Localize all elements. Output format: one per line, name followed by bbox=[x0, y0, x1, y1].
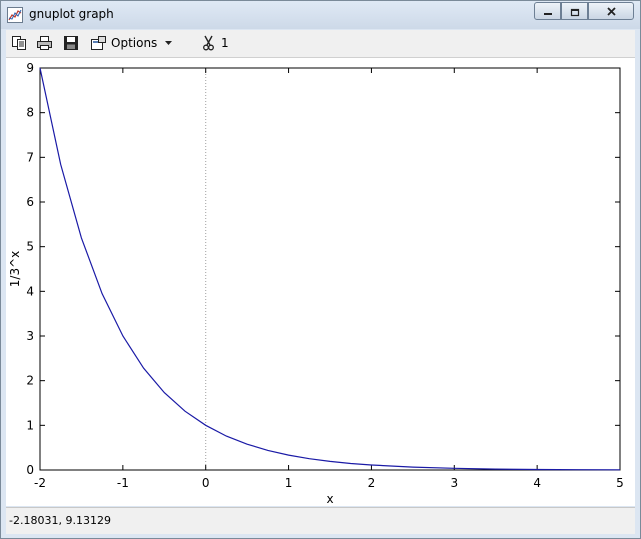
gnuplot-window: gnuplot graph Options 1 -2 -1 0 1 2 3 4 … bbox=[0, 0, 641, 539]
scissors-button[interactable]: 1 bbox=[202, 34, 229, 52]
status-coordinates: -2.18031, 9.13129 bbox=[9, 514, 111, 527]
scissors-label: 1 bbox=[221, 36, 229, 50]
chevron-down-icon bbox=[165, 41, 173, 45]
minimize-icon bbox=[543, 13, 552, 15]
x-axis-label: x bbox=[326, 492, 333, 506]
y-tick-label: 1 bbox=[26, 418, 34, 432]
y-tick-label: 9 bbox=[26, 61, 34, 75]
gnuplot-app-icon bbox=[7, 7, 23, 23]
y-tick-label: 7 bbox=[26, 150, 34, 164]
save-icon bbox=[64, 36, 78, 50]
print-icon bbox=[37, 36, 52, 50]
y-tick-label: 6 bbox=[26, 195, 34, 209]
restore-icon bbox=[570, 8, 579, 17]
y-tick-label: 8 bbox=[26, 106, 34, 120]
plot-area[interactable]: -2 -1 0 1 2 3 4 5 0 1 2 3 4 5 6 7 8 9 x 1/3^x bbox=[6, 58, 635, 506]
save-button[interactable] bbox=[63, 34, 79, 52]
plot-border bbox=[39, 67, 621, 471]
y-tick-label: 3 bbox=[26, 329, 34, 343]
maximize-button[interactable] bbox=[561, 2, 588, 20]
minimize-button[interactable] bbox=[534, 2, 561, 20]
y-tick-label: 2 bbox=[26, 374, 34, 388]
x-tick-label: 3 bbox=[450, 476, 458, 490]
window-title: gnuplot graph bbox=[29, 7, 114, 21]
title-bar[interactable]: gnuplot graph bbox=[1, 1, 640, 29]
x-tick-label: 0 bbox=[202, 476, 210, 490]
close-icon bbox=[606, 7, 616, 16]
x-tick-label: 4 bbox=[533, 476, 541, 490]
x-tick-label: 2 bbox=[368, 476, 376, 490]
y-tick-label: 0 bbox=[26, 463, 34, 477]
curve-line bbox=[39, 67, 621, 471]
x-tick-label: -1 bbox=[117, 476, 129, 490]
copy-icon bbox=[12, 36, 26, 50]
options-icon bbox=[91, 36, 106, 50]
chart: -2 -1 0 1 2 3 4 5 0 1 2 3 4 5 6 7 8 9 x 1/3^x bbox=[8, 61, 624, 506]
close-button[interactable] bbox=[588, 2, 634, 20]
options-label: Options bbox=[111, 36, 158, 50]
copy-button[interactable] bbox=[11, 34, 27, 52]
x-tick-label: -2 bbox=[34, 476, 46, 490]
status-bar: -2.18031, 9.13129 bbox=[6, 507, 635, 534]
print-button[interactable] bbox=[36, 34, 53, 52]
options-menu[interactable]: Options bbox=[90, 34, 173, 52]
x-tick-label: 5 bbox=[616, 476, 624, 490]
y-tick-label: 4 bbox=[26, 284, 34, 298]
toolbar: Options 1 bbox=[6, 30, 635, 58]
y-axis-label: 1/3^x bbox=[8, 251, 22, 287]
scissors-icon bbox=[203, 35, 214, 51]
x-tick-label: 1 bbox=[285, 476, 293, 490]
y-tick-label: 5 bbox=[26, 240, 34, 254]
